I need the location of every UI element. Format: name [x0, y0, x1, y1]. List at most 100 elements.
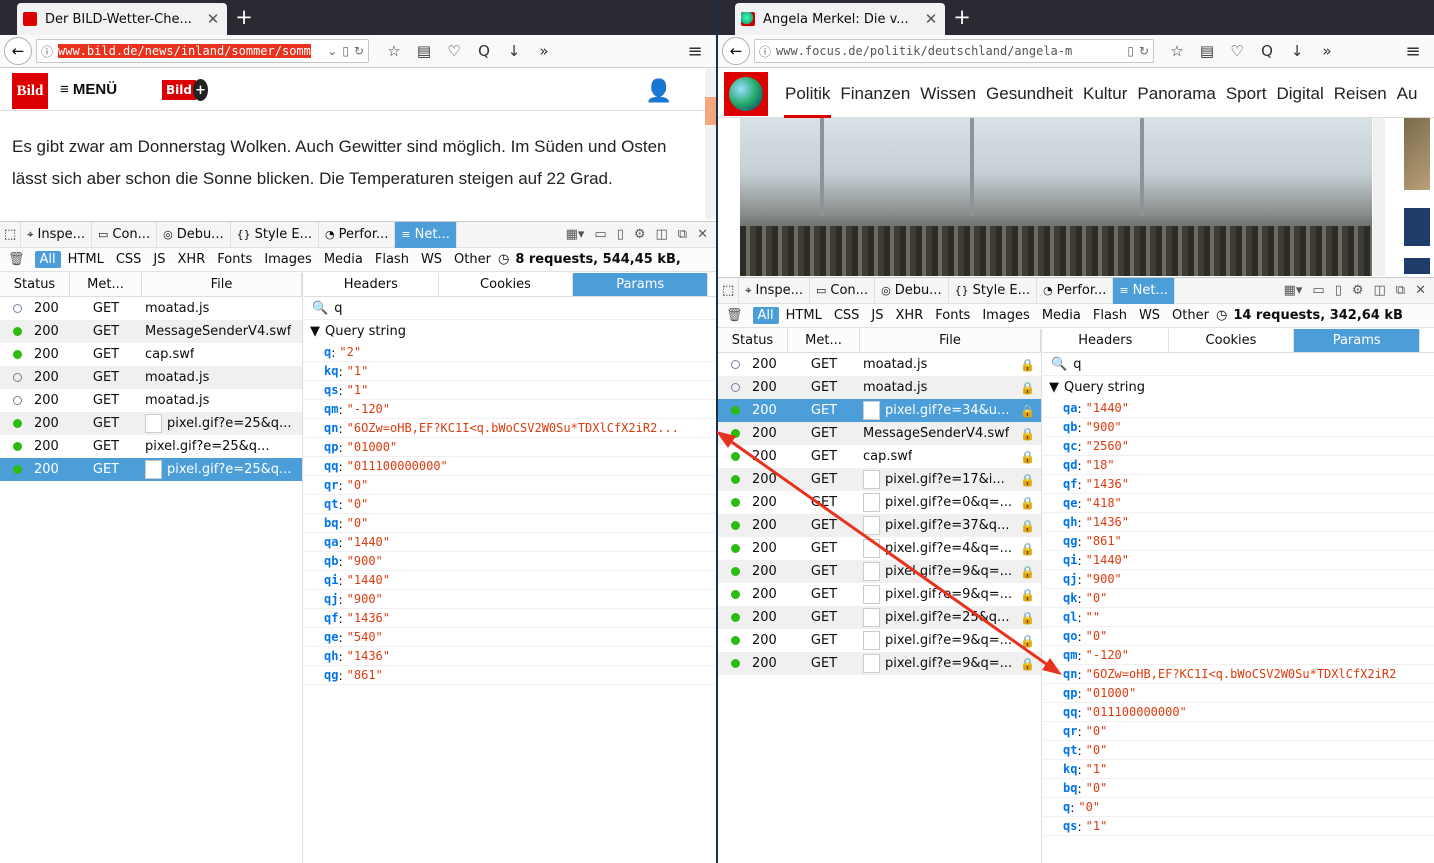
filter-xhr[interactable]: XHR [891, 307, 929, 324]
extension-icon[interactable]: Q [469, 42, 499, 60]
filter-fonts[interactable]: Fonts [212, 251, 257, 268]
library-icon[interactable]: ▤ [409, 42, 439, 60]
request-row[interactable]: 200 GET moatad.js [0, 389, 302, 412]
filter-all[interactable]: All [34, 251, 61, 268]
close-devtools-icon[interactable]: ✕ [1415, 283, 1426, 298]
request-row[interactable]: 200 GET moatad.js [0, 297, 302, 320]
clear-trash-icon[interactable]: 🗑 [8, 252, 25, 267]
request-row[interactable]: 200 GET pixel.gif?e=4&q=... 🔒 [718, 537, 1041, 560]
tab-network[interactable]: ≡ Net... [1113, 277, 1175, 304]
close-tab-icon[interactable]: ✕ [923, 10, 939, 28]
settings-gear-icon[interactable]: ⚙ [634, 227, 646, 242]
request-row[interactable]: 200 GET pixel.gif?e=25&q... 🔒 [718, 606, 1041, 629]
nav-item-kultur[interactable]: Kultur [1078, 69, 1132, 118]
tab-style-editor[interactable]: {} Style E... [231, 221, 319, 248]
nav-item-truncated[interactable]: Au [1392, 69, 1423, 118]
tab-debugger[interactable]: ◎ Debu... [875, 277, 949, 304]
param-row[interactable]: qp: "01000" [304, 438, 716, 457]
tab-console[interactable]: ▭ Con... [92, 221, 158, 248]
filter-media[interactable]: Media [1037, 307, 1086, 324]
param-row[interactable]: qa: "1440" [1043, 399, 1434, 418]
filter-images[interactable]: Images [977, 307, 1035, 324]
tab-inspector[interactable]: ⌖ Inspe... [739, 277, 810, 304]
param-row[interactable]: qc: "2560" [1043, 437, 1434, 456]
back-button[interactable]: ← [722, 37, 750, 65]
extension-icon[interactable]: Q [1252, 42, 1282, 60]
param-row[interactable]: qm: "-120" [1043, 646, 1434, 665]
request-row[interactable]: 200 GET pixel.gif?e=9&q=... 🔒 [718, 583, 1041, 606]
param-row[interactable]: qb: "900" [304, 552, 716, 571]
tab-headers[interactable]: Headers [304, 273, 439, 296]
page-scrollbar[interactable] [705, 69, 716, 219]
site-menu-button[interactable]: ≡ MENÜ [60, 81, 117, 98]
library-icon[interactable]: ▤ [1192, 42, 1222, 60]
pick-element-icon[interactable]: ⬚ [718, 277, 740, 304]
param-row[interactable]: qs: "1" [304, 381, 716, 400]
param-row[interactable]: qh: "1436" [1043, 513, 1434, 532]
params-filter-input[interactable]: 🔍 q [1043, 353, 1434, 376]
param-row[interactable]: ql: "" [1043, 608, 1434, 627]
reload-icon[interactable]: ↻ [1139, 44, 1149, 58]
param-row[interactable]: qn: "6OZw=oHB,EF?KC1I<q.bWoCSV2W0Su*TDXl… [304, 419, 716, 438]
nav-item-gesundheit[interactable]: Gesundheit [981, 69, 1078, 118]
new-tab-button[interactable]: + [950, 5, 974, 29]
browser-tab[interactable]: Angela Merkel: Die v... ✕ [735, 3, 945, 35]
download-icon[interactable]: ↓ [499, 42, 529, 60]
filter-other[interactable]: Other [1167, 307, 1214, 324]
filter-html[interactable]: HTML [63, 251, 109, 268]
scrollbar-thumb[interactable] [705, 97, 716, 125]
param-row[interactable]: qq: "011100000000" [1043, 703, 1434, 722]
tab-console[interactable]: ▭ Con... [810, 277, 876, 304]
filter-ws[interactable]: WS [416, 251, 447, 268]
focus-logo[interactable] [724, 72, 768, 116]
param-row[interactable]: qr: "0" [304, 476, 716, 495]
filter-flash[interactable]: Flash [370, 251, 414, 268]
request-row[interactable]: 200 GET cap.swf 🔒 [718, 445, 1041, 468]
pick-element-icon[interactable]: ⬚ [0, 221, 22, 248]
query-string-section[interactable]: ▼ Query string [304, 320, 716, 343]
param-row[interactable]: bq: "0" [304, 514, 716, 533]
new-tab-button[interactable]: + [232, 5, 256, 29]
query-string-section[interactable]: ▼ Query string [1043, 376, 1434, 399]
tab-debugger[interactable]: ◎ Debu... [157, 221, 231, 248]
request-row[interactable]: 200 GET pixel.gif?e=9&q=... 🔒 [718, 629, 1041, 652]
hamburger-menu-icon[interactable]: ≡ [680, 41, 710, 62]
param-row[interactable]: qg: "861" [304, 666, 716, 685]
responsive-design-icon[interactable]: ▯ [617, 227, 624, 242]
close-devtools-icon[interactable]: ✕ [697, 227, 708, 242]
filter-xhr[interactable]: XHR [173, 251, 211, 268]
param-row[interactable]: qg: "861" [1043, 532, 1434, 551]
tab-overflow-icon[interactable]: ▦▾ [566, 227, 585, 242]
teaser-image[interactable] [1404, 118, 1430, 190]
teaser-image[interactable] [1404, 258, 1430, 274]
tab-cookies[interactable]: Cookies [1169, 329, 1295, 352]
request-row[interactable]: 200 GET pixel.gif?e=25&q... [0, 458, 302, 481]
tab-params[interactable]: Params [1294, 329, 1421, 352]
clear-trash-icon[interactable]: 🗑 [726, 308, 743, 323]
filter-ws[interactable]: WS [1134, 307, 1165, 324]
undock-icon[interactable]: ⧉ [678, 227, 687, 242]
filter-css[interactable]: CSS [111, 251, 147, 268]
param-row[interactable]: qk: "0" [1043, 589, 1434, 608]
pocket-icon[interactable]: ♡ [439, 42, 469, 60]
param-row[interactable]: qo: "0" [1043, 627, 1434, 646]
param-row[interactable]: qj: "900" [1043, 570, 1434, 589]
tab-performance[interactable]: ◔ Perfor... [1037, 277, 1114, 304]
dock-side-icon[interactable]: ◫ [1374, 283, 1386, 298]
param-row[interactable]: kq: "1" [304, 362, 716, 381]
column-file[interactable]: File [860, 329, 1041, 352]
param-row[interactable]: qn: "6OZw=oHB,EF?KC1I<q.bWoCSV2W0Su*TDXl… [1043, 665, 1434, 684]
overflow-icon[interactable]: » [529, 42, 559, 60]
filter-fonts[interactable]: Fonts [930, 307, 975, 324]
param-row[interactable]: qt: "0" [1043, 741, 1434, 760]
param-row[interactable]: qe: "418" [1043, 494, 1434, 513]
filter-flash[interactable]: Flash [1088, 307, 1132, 324]
request-row[interactable]: 200 GET pixel.gif?e=37&q... 🔒 [718, 514, 1041, 537]
param-row[interactable]: qm: "-120" [304, 400, 716, 419]
request-row[interactable]: 200 GET pixel.gif?e=9&q=... 🔒 [718, 652, 1041, 675]
nav-item-sport[interactable]: Sport [1221, 69, 1272, 118]
user-account-icon[interactable]: 👤 [645, 79, 672, 104]
request-row[interactable]: 200 GET moatad.js 🔒 [718, 376, 1041, 399]
param-row[interactable]: qt: "0" [304, 495, 716, 514]
dock-side-icon[interactable]: ◫ [656, 227, 668, 242]
